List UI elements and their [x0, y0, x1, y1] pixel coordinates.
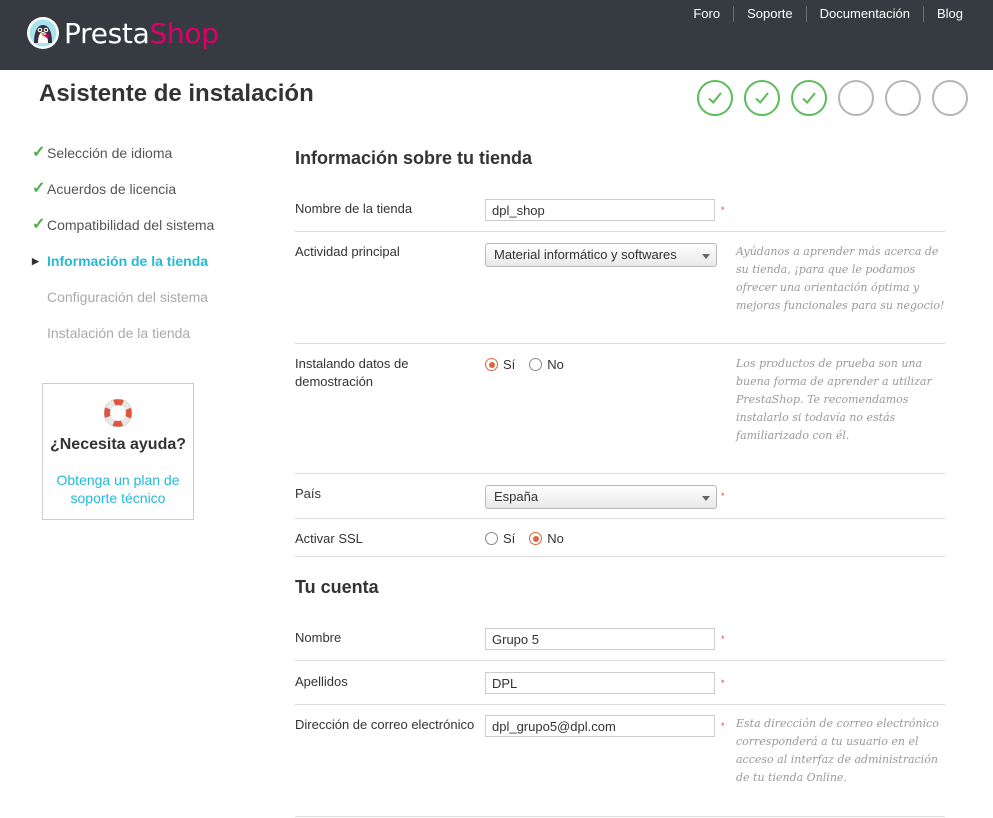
- demo-data-radio-yes[interactable]: Sí: [485, 357, 515, 372]
- demo-data-label: Instalando datos de demostración: [295, 356, 409, 389]
- sidebar-steps: ✓ Selección de idioma ✓ Acuerdos de licenc…: [30, 136, 214, 352]
- sidebar-item-compatibilidad[interactable]: ✓ Compatibilidad del sistema: [30, 208, 214, 244]
- sidebar-item-label: Instalación de la tienda: [47, 325, 191, 341]
- required-marker: *: [721, 634, 725, 644]
- radio-circle-selected: [485, 358, 498, 371]
- email-input[interactable]: [485, 715, 715, 737]
- ssl-radio-no[interactable]: No: [529, 531, 564, 546]
- support-plan-link[interactable]: Obtenga un plan de soporte técnico: [49, 471, 187, 507]
- puffin-logo-icon: [27, 17, 59, 49]
- required-marker: *: [721, 678, 725, 688]
- radio-circle: [485, 532, 498, 545]
- radio-label: No: [547, 357, 564, 372]
- sidebar-item-licencia[interactable]: ✓ Acuerdos de licencia: [30, 172, 214, 208]
- sidebar-item-label: Información de la tienda: [47, 253, 209, 269]
- logo-text-shop: Shop: [149, 17, 219, 50]
- email-hint: Esta dirección de correo electrónico cor…: [736, 717, 939, 784]
- radio-label: Sí: [503, 357, 516, 372]
- step-4-pending: [838, 80, 874, 116]
- radio-circle: [529, 358, 543, 371]
- check-icon: ✓: [32, 216, 46, 233]
- activity-select-value: Material informático y softwares: [494, 247, 677, 262]
- sidebar-item-label: Acuerdos de licencia: [47, 181, 177, 197]
- country-select[interactable]: España: [485, 485, 717, 509]
- step-6-pending: [932, 80, 968, 116]
- top-link-documentacion[interactable]: Documentación: [805, 6, 923, 22]
- sidebar-item-informacion[interactable]: ▶ Información de la tienda: [30, 244, 214, 280]
- check-icon: [802, 92, 816, 104]
- top-link-blog[interactable]: Blog: [922, 6, 963, 22]
- check-icon: ✓: [32, 180, 46, 197]
- activity-label: Actividad principal: [295, 244, 400, 259]
- row-country: País España *: [295, 474, 945, 519]
- step-2-complete: [744, 80, 780, 116]
- demo-data-radio-no[interactable]: No: [529, 357, 564, 372]
- sidebar-item-label: Configuración del sistema: [47, 289, 209, 305]
- last-name-label: Apellidos: [295, 674, 348, 689]
- demo-data-radio-group: Sí No: [485, 357, 578, 372]
- top-nav: Foro Soporte Documentación Blog: [680, 6, 963, 22]
- top-link-foro[interactable]: Foro: [680, 6, 733, 22]
- radio-label: No: [547, 531, 564, 546]
- row-email: Dirección de correo electrónico * Esta d…: [295, 705, 945, 817]
- required-marker: *: [721, 491, 725, 501]
- sidebar-item-configuracion: Configuración del sistema: [30, 280, 214, 316]
- chevron-down-icon: [702, 496, 710, 501]
- top-bar: PrestaShop Foro Soporte Documentación Bl…: [0, 0, 993, 70]
- logo-text-presta: Presta: [64, 17, 150, 50]
- country-select-value: España: [494, 489, 539, 504]
- check-icon: [708, 92, 722, 104]
- radio-label: Sí: [503, 531, 516, 546]
- country-label: País: [295, 486, 322, 501]
- sidebar-item-label: Selección de idioma: [47, 145, 173, 161]
- section-title-store: Información sobre tu tienda: [295, 148, 533, 168]
- store-name-label: Nombre de la tienda: [295, 201, 413, 216]
- step-3-complete: [791, 80, 827, 116]
- last-name-input[interactable]: [485, 672, 715, 694]
- chevron-down-icon: [702, 254, 710, 259]
- sidebar-item-idioma[interactable]: ✓ Selección de idioma: [30, 136, 214, 172]
- check-icon: ✓: [32, 144, 46, 161]
- help-box: ¿Necesita ayuda? Obtenga un plan de sopo…: [42, 383, 194, 520]
- activity-select[interactable]: Material informático y softwares: [485, 243, 717, 267]
- required-marker: *: [721, 205, 725, 215]
- lifebuoy-icon: [104, 399, 132, 427]
- row-demo-data: Instalando datos de demostración Sí No L…: [295, 344, 945, 474]
- ssl-radio-group: Sí No: [485, 531, 578, 546]
- row-last-name: Apellidos *: [295, 661, 945, 705]
- step-5-pending: [885, 80, 921, 116]
- first-name-input[interactable]: [485, 628, 715, 650]
- activity-hint: Ayúdanos a aprender más acerca de su tie…: [736, 245, 945, 312]
- sidebar-item-label: Compatibilidad del sistema: [47, 217, 215, 233]
- section-title-account: Tu cuenta: [295, 577, 379, 597]
- ssl-radio-yes[interactable]: Sí: [485, 531, 515, 546]
- page-title: Asistente de instalación: [39, 80, 314, 107]
- first-name-label: Nombre: [295, 630, 342, 645]
- progress-steps: [697, 80, 979, 116]
- check-icon: [755, 92, 769, 104]
- help-title: ¿Necesita ayuda?: [49, 436, 187, 453]
- top-link-soporte[interactable]: Soporte: [733, 6, 806, 22]
- store-name-input[interactable]: [485, 199, 715, 221]
- caret-right-icon: ▶: [32, 256, 39, 266]
- prestashop-logo[interactable]: PrestaShop: [26, 16, 226, 52]
- email-label: Dirección de correo electrónico: [295, 717, 475, 732]
- row-store-name: Nombre de la tienda *: [295, 191, 945, 232]
- radio-circle-selected: [529, 532, 543, 545]
- row-first-name: Nombre *: [295, 620, 945, 661]
- row-ssl: Activar SSL Sí No: [295, 519, 945, 557]
- sidebar-item-instalacion: Instalación de la tienda: [30, 316, 214, 352]
- required-marker: *: [721, 721, 725, 731]
- ssl-label: Activar SSL: [295, 531, 363, 546]
- step-1-complete: [697, 80, 733, 116]
- row-activity: Actividad principal Material informático…: [295, 232, 945, 344]
- demo-data-hint: Los productos de prueba son una buena fo…: [736, 357, 932, 442]
